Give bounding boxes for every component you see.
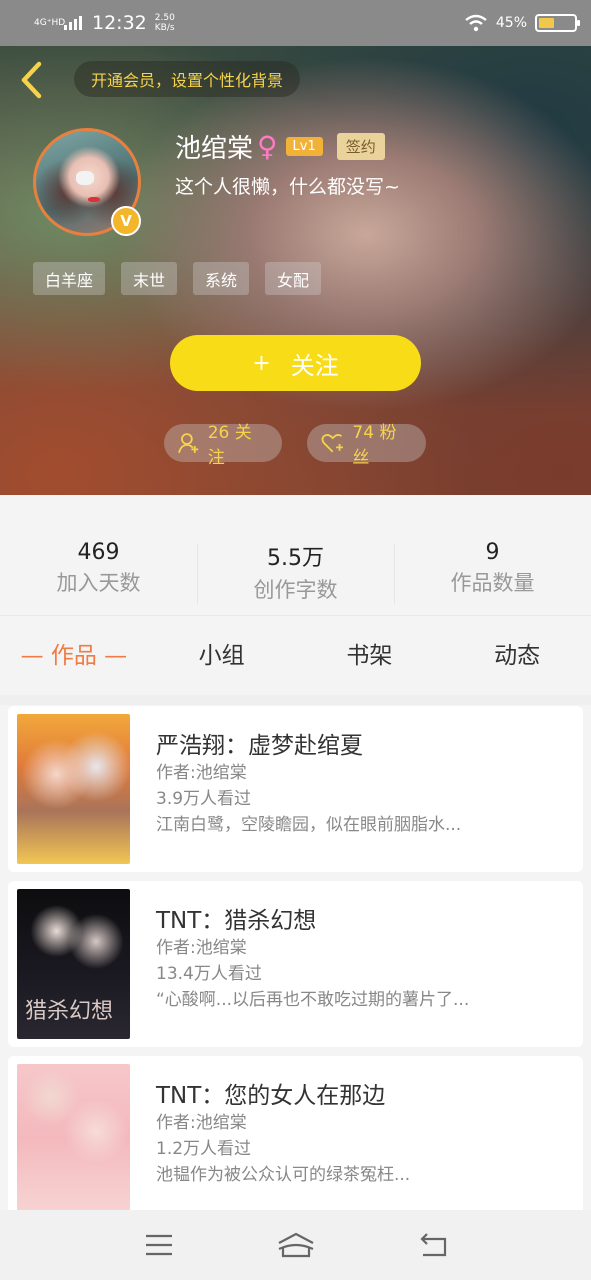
stat-label: 创作字数 [253,578,338,602]
fans-button[interactable]: 74 粉丝 [307,423,426,468]
profile-header: 开通会员，设置个性化背景 V 池绾棠 ♀ Lv1 签约 这个人很懒，什么都没写~… [0,46,591,495]
book-list: 严浩翔：虚梦赴绾夏 作者:池绾棠 3.9万人看过 江南白鹭，空陵瞻园，似在眼前胭… [8,706,583,1231]
stat-join-days: 469 加入天数 [0,540,197,610]
book-description: “心酸啊...以后再也不敢吃过期的薯片了... [156,990,470,1010]
stat-label: 加入天数 [56,571,141,595]
female-icon: ♀ [257,130,278,163]
book-views: 13.4万人看过 [156,964,262,984]
tag-item: 末世 [121,262,178,295]
tab-groups[interactable]: 小组 [148,636,296,678]
book-cover [17,714,130,864]
status-bar: 4G⁺HD 12:32 2.50 KB/s 45% [0,0,591,46]
book-card[interactable]: 严浩翔：虚梦赴绾夏 作者:池绾棠 3.9万人看过 江南白鹭，空陵瞻园，似在眼前胭… [8,706,583,872]
wifi-icon [465,14,487,32]
stat-value: 469 [77,540,120,565]
follow-button[interactable]: + 关注 [170,335,421,391]
user-plus-icon [178,433,199,454]
network-speed: 2.50 KB/s [155,13,185,33]
home-icon [277,1232,314,1258]
stat-works: 9 作品数量 [394,540,591,610]
stat-label: 作品数量 [450,571,535,595]
section-gap [0,695,591,705]
network-type: 4G⁺HD [34,18,66,28]
cover-title: 猎杀幻想 [25,999,114,1024]
stat-word-count: 5.5万 创作字数 [197,540,394,610]
tag-item: 系统 [193,262,250,295]
book-author: 作者:池绾棠 [156,1113,247,1133]
username-row: 池绾棠 ♀ Lv1 签约 [175,128,385,165]
book-cover: 猎杀幻想 [17,889,130,1039]
home-button[interactable] [276,1225,316,1265]
book-views: 3.9万人看过 [156,789,252,809]
tab-bookshelf[interactable]: 书架 [296,636,444,678]
book-author: 作者:池绾棠 [156,763,247,783]
book-description: 池韫作为被公众认可的绿茶冤枉... [156,1165,411,1185]
system-nav-bar [0,1210,591,1280]
back-nav-button[interactable] [413,1225,453,1265]
chevron-left-icon [21,61,42,99]
clock: 12:32 [92,12,147,34]
battery-percent: 45% [495,15,527,31]
back-button[interactable] [16,60,46,100]
bio-text: 这个人很懒，什么都没写~ [175,176,400,198]
book-title: 严浩翔：虚梦赴绾夏 [156,733,363,759]
tab-activity[interactable]: 动态 [443,636,591,678]
book-card[interactable]: 猎杀幻想 TNT：猎杀幻想 作者:池绾棠 13.4万人看过 “心酸啊...以后再… [8,881,583,1047]
signed-badge: 签约 [336,133,385,160]
vip-banner[interactable]: 开通会员，设置个性化背景 [74,61,301,97]
heart-plus-icon [321,434,343,453]
book-author: 作者:池绾棠 [156,938,247,958]
verified-badge: V [111,206,141,236]
follow-label: 关注 [290,351,339,380]
network-speed-value: 2.50 [154,13,175,23]
tag-list: 白羊座 末世 系统 女配 [33,262,322,295]
return-icon [419,1233,446,1257]
book-card[interactable]: TNT：您的女人在那边 作者:池绾棠 1.2万人看过 池韫作为被公众认可的绿茶冤… [8,1056,583,1222]
network-speed-unit: KB/s [154,23,175,33]
tag-item: 白羊座 [33,262,106,295]
divider [0,615,591,616]
battery-icon [535,14,580,32]
tag-item: 女配 [265,262,322,295]
menu-button[interactable] [139,1225,179,1265]
book-description: 江南白鹭，空陵瞻园，似在眼前胭脂水... [156,815,462,835]
tab-works[interactable]: — 作品 — [0,636,148,678]
plus-icon: + [252,350,271,376]
username: 池绾棠 [175,134,254,164]
following-count: 26 关注 [207,423,252,468]
signal-icon [64,16,82,30]
book-views: 1.2万人看过 [156,1139,252,1159]
book-title: TNT：猎杀幻想 [156,908,317,934]
stat-value: 5.5万 [267,546,324,571]
tab-bar: — 作品 — 小组 书架 动态 [0,636,591,678]
book-cover [17,1064,130,1214]
level-badge: Lv1 [285,137,323,156]
book-title: TNT：您的女人在那边 [156,1083,386,1109]
stats-row: 469 加入天数 5.5万 创作字数 9 作品数量 [0,540,591,610]
following-button[interactable]: 26 关注 [164,423,282,468]
fans-count: 74 粉丝 [352,423,397,468]
stat-value: 9 [485,540,500,565]
menu-icon [145,1234,172,1256]
